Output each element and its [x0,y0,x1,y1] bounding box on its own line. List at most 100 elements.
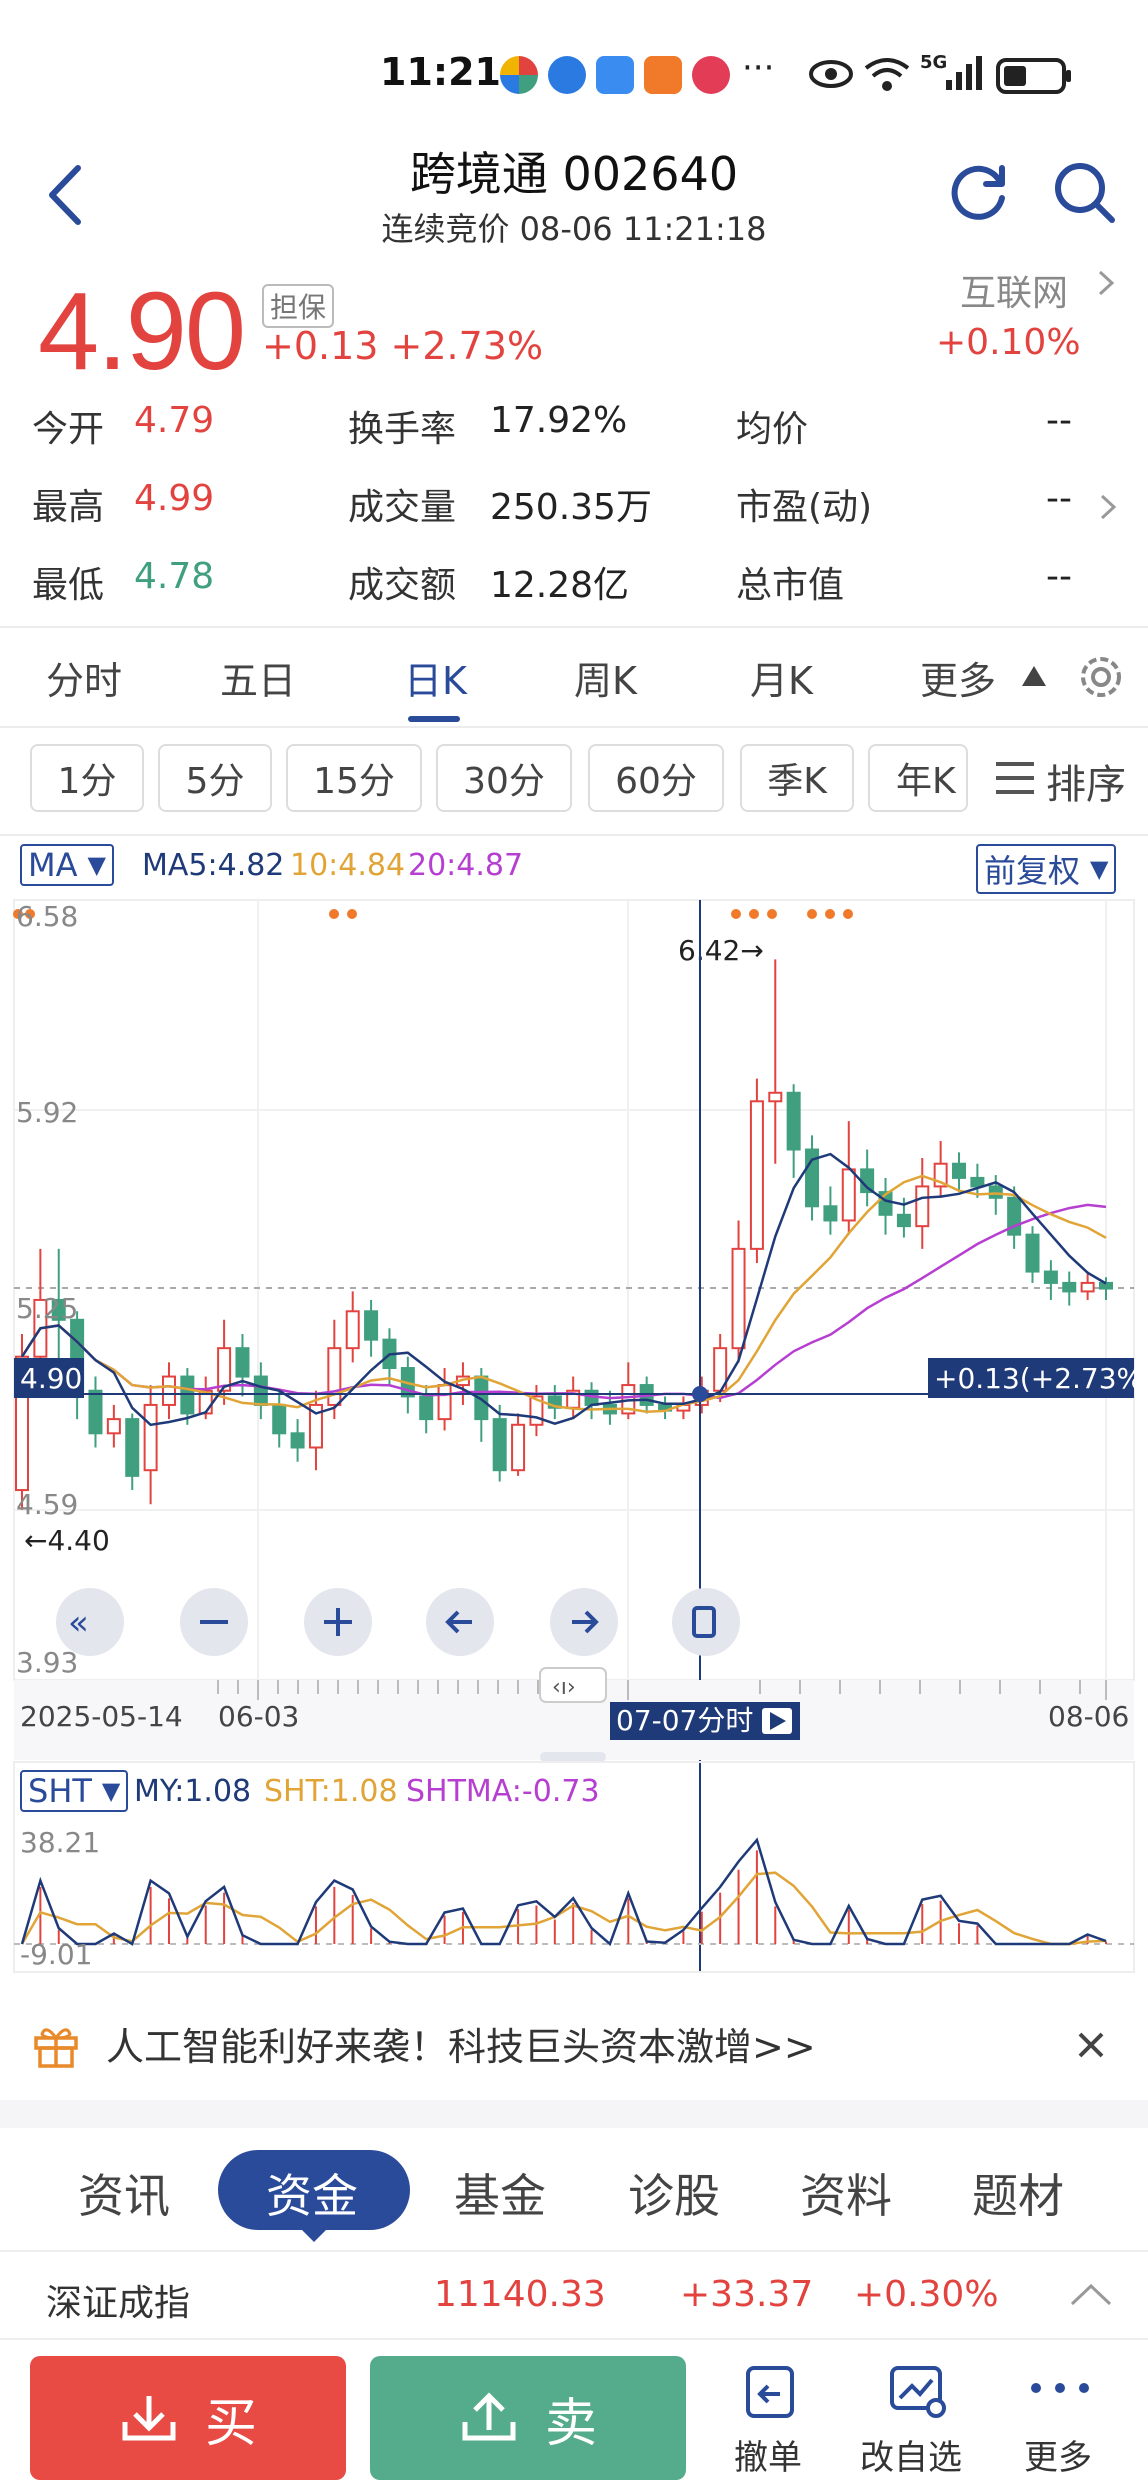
candle-body [235,1347,250,1378]
candle-body [143,1403,158,1472]
triangle-up-icon[interactable] [1020,664,1048,688]
sort-button[interactable]: 排序 [1046,752,1126,810]
drag-handle-icon: ‹ı› [552,1675,576,1700]
tab-fund[interactable]: 基金 [454,2160,546,2226]
gear-icon[interactable] [1074,650,1128,704]
more-label[interactable]: 更多 [1024,2430,1092,2479]
quote-value: 4.99 [134,478,215,519]
cursor-change: +0.13(+2.73%) [934,1362,1148,1395]
candle-body [419,1395,434,1421]
last-price: 4.90 [38,270,246,393]
cancel-order-icon[interactable] [742,2364,798,2420]
menu-icon[interactable] [994,760,1036,796]
y-label: 5.92 [16,1096,78,1129]
quote-value: 17.92% [490,400,628,441]
promo-text[interactable]: 人工智能利好来袭！科技巨头资本激增>> [106,2016,816,2071]
shtma-value: SHTMA:-0.73 [406,1774,600,1809]
eye-icon [809,60,853,88]
browser-notification-icon [548,56,586,94]
gift-notification-icon [644,56,682,94]
buy-button[interactable]: 买 [30,2356,346,2480]
divider [0,626,1148,628]
close-icon[interactable] [1074,2028,1108,2062]
candle-body [1099,1281,1113,1290]
search-icon[interactable] [1052,160,1116,224]
candle-body [125,1418,140,1477]
my-line [20,1837,1107,1947]
index-value: 11140.33 [434,2274,606,2315]
date-label: 06-03 [218,1700,299,1733]
quote-label: 均价 [736,409,809,450]
quote-value: -- [1046,400,1072,441]
cancel-order-label[interactable]: 撤单 [734,2430,802,2479]
period-quarterly[interactable]: 季K [740,744,854,812]
scroll-handle[interactable] [540,1752,606,1762]
tab-five-day[interactable]: 五日 [220,650,296,705]
quote-value: 4.78 [134,556,215,597]
tab-news[interactable]: 资讯 [78,2160,170,2226]
tab-daily-k[interactable]: 日K [404,650,467,705]
quote-label: 最高 [32,487,105,528]
period-5min[interactable]: 5分 [158,744,272,812]
zoom-controls[interactable]: « [56,1588,740,1656]
app-notification-icon [500,56,538,94]
candle-body [1043,1270,1058,1284]
chart-frame [13,899,1135,1681]
chevron-up-icon[interactable] [1068,2282,1114,2308]
candle-body [786,1091,801,1151]
candle-body [896,1213,911,1228]
more-notifications-icon: ··· [742,48,775,88]
double-chevron-left-icon: « [68,1603,89,1643]
y-label: 3.93 [16,1646,78,1679]
battery-icon [996,58,1071,94]
sht-selector[interactable]: SHT ▼ [20,1770,129,1812]
chevron-right-icon[interactable] [1096,266,1116,300]
chevron-right-icon[interactable] [1098,490,1118,524]
tab-active-indicator [408,716,460,722]
cursor-date: 07-07分时 [616,1704,753,1737]
candle-body [915,1185,930,1228]
period-30min[interactable]: 30分 [436,744,572,812]
tab-funds-flow[interactable]: 资金 [266,2160,358,2226]
sht-selector-label: SHT [28,1772,92,1810]
quote-label: 成交额 [348,565,457,606]
tab-intraday[interactable]: 分时 [46,650,122,705]
fast-back-button[interactable] [56,1588,124,1656]
more-icon[interactable] [1028,2380,1092,2396]
tab-diagnosis[interactable]: 诊股 [628,2160,720,2226]
tab-active-pointer [300,2228,328,2242]
refresh-icon[interactable] [948,160,1012,224]
tab-weekly-k[interactable]: 周K [574,650,637,705]
sht-top-label: 38.21 [20,1826,100,1859]
message-notification-icon [596,56,634,94]
quote-label: 今开 [32,409,105,450]
edit-watchlist-label[interactable]: 改自选 [860,2430,962,2479]
tab-monthly-k[interactable]: 月K [750,650,813,705]
triangle-down-icon: ▼ [101,1777,121,1805]
tab-profile[interactable]: 资料 [800,2160,892,2226]
rotate-button[interactable] [672,1588,740,1656]
period-60min[interactable]: 60分 [588,744,724,812]
candle-body [253,1375,268,1406]
candle-body [437,1384,452,1421]
quote-value: -- [1046,478,1072,519]
tab-more[interactable]: 更多 [920,650,996,705]
period-yearly[interactable]: 年K [868,744,968,812]
index-pct: +0.30% [854,2274,999,2315]
event-markers [13,909,853,919]
quote-label: 成交量 [348,487,457,528]
candle-body [1025,1233,1040,1273]
kline-chart[interactable]: 6.58 5.92 5.25 4.59 3.93 6.42→ ←4.40 4.9… [0,836,1148,1986]
crosshair-dot [692,1386,708,1402]
sht-value: SHT:1.08 [264,1774,398,1809]
period-1min[interactable]: 1分 [30,744,144,812]
edit-watchlist-icon[interactable] [888,2364,948,2420]
quote-label: 总市值 [736,565,845,606]
candle-body [988,1185,1003,1199]
sell-button[interactable]: 卖 [370,2356,686,2480]
sector-name[interactable]: 互联网 [960,264,1068,316]
quote-value: -- [1046,556,1072,597]
tab-themes[interactable]: 题材 [972,2160,1064,2226]
period-15min[interactable]: 15分 [286,744,422,812]
candle-body [1062,1281,1077,1293]
